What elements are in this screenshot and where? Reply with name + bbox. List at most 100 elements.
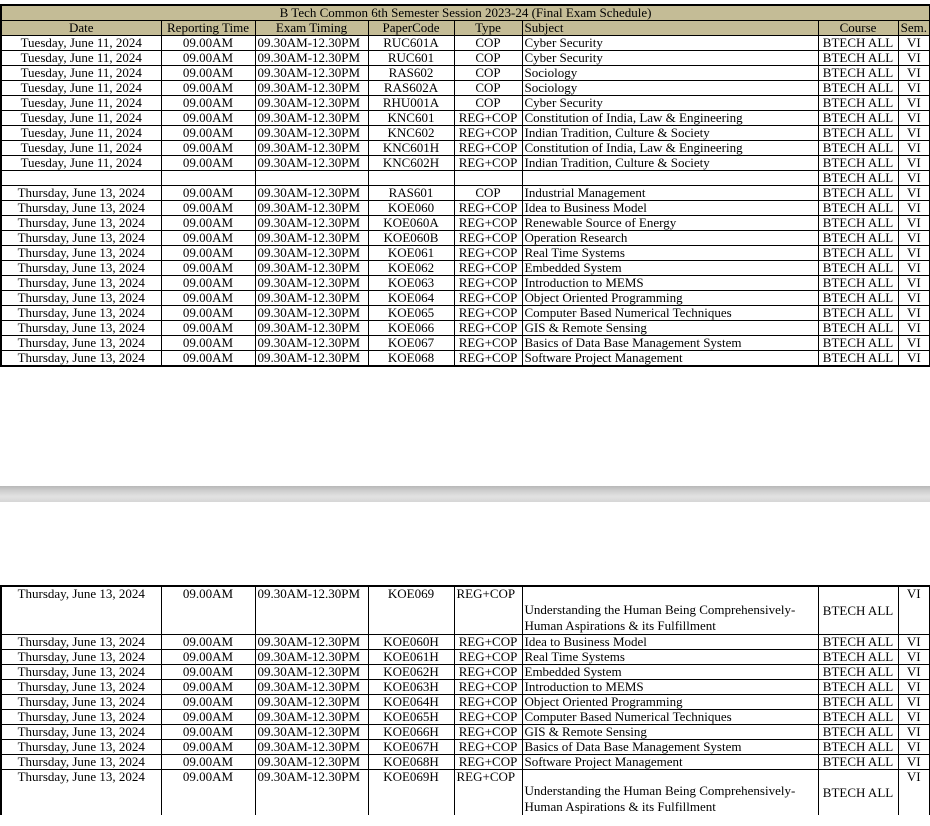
- cell-paper-code: RUC601: [367, 50, 455, 66]
- table-row: Tuesday, June 11, 2024 09.00AM 09.30AM-12.…: [0, 125, 930, 141]
- cell-course: BTECH ALL: [817, 95, 899, 111]
- cell-exam-timing: 09.30AM-12.30PM: [254, 95, 369, 111]
- cell-paper-code: RAS601: [367, 185, 455, 201]
- cell-date: Thursday, June 13, 2024: [0, 350, 162, 367]
- cell-subject: Cyber Security: [521, 35, 819, 51]
- cell-date: Thursday, June 13, 2024: [0, 215, 162, 231]
- cell-exam-timing: 09.30AM-12.30PM: [254, 320, 369, 336]
- cell-date: Tuesday, June 11, 2024: [0, 35, 162, 51]
- cell-exam-timing: 09.30AM-12.30PM: [254, 350, 369, 367]
- cell-sem: VI: [897, 694, 930, 710]
- cell-subject: Embedded System: [521, 664, 819, 680]
- cell-exam-timing: 09.30AM-12.30PM: [254, 125, 369, 141]
- cell-course: BTECH ALL: [817, 155, 899, 171]
- cell-sem: VI: [897, 35, 930, 51]
- cell-sem: VI: [897, 245, 930, 261]
- cell-sem: VI: [897, 335, 930, 351]
- cell-course: BTECH ALL: [817, 65, 899, 81]
- cell-type: REG+COP: [453, 275, 523, 291]
- table-row: Thursday, June 13, 2024 09.00AM 09.30AM-12…: [0, 200, 930, 216]
- cell-type: REG+COP: [453, 679, 523, 695]
- cell-sem: VI: [897, 65, 930, 81]
- cell-type: REG+COP: [453, 335, 523, 351]
- cell-type: REG+COP: [453, 140, 523, 156]
- table-row: Thursday, June 13, 2024 09.00AM 09.30AM-12…: [0, 754, 930, 770]
- table-row: Thursday, June 13, 2024 09.00AM 09.30AM-12…: [0, 215, 930, 231]
- cell-date: Thursday, June 13, 2024: [0, 664, 162, 680]
- table-row: Thursday, June 13, 2024 09.00AM 09.30AM-12…: [0, 694, 930, 710]
- cell-paper-code: KOE069: [367, 585, 455, 635]
- cell-paper-code: KNC601: [367, 110, 455, 126]
- cell-sem: VI: [897, 709, 930, 725]
- cell-type: REG+COP: [453, 320, 523, 336]
- cell-paper-code: RAS602A: [367, 80, 455, 96]
- cell-paper-code: KOE067H: [367, 739, 455, 755]
- cell-exam-timing: 09.30AM-12.30PM: [254, 634, 369, 650]
- cell-reporting-time: 09.00AM: [160, 769, 256, 815]
- cell-paper-code: KOE063H: [367, 679, 455, 695]
- cell-type: REG+COP: [453, 350, 523, 367]
- cell-reporting-time: 09.00AM: [160, 230, 256, 246]
- table-row: Tuesday, June 11, 2024 09.00AM 09.30AM-12.…: [0, 80, 930, 96]
- cell-course: BTECH ALL: [817, 769, 899, 815]
- cell-type: REG+COP: [453, 215, 523, 231]
- cell-sem: VI: [897, 50, 930, 66]
- cell-exam-timing: 09.30AM-12.30PM: [254, 110, 369, 126]
- cell-sem: VI: [897, 305, 930, 321]
- header-course: Course: [817, 20, 899, 36]
- cell-date: Thursday, June 13, 2024: [0, 245, 162, 261]
- cell-date: Thursday, June 13, 2024: [0, 185, 162, 201]
- cell-reporting-time: 09.00AM: [160, 95, 256, 111]
- cell-sem: VI: [897, 80, 930, 96]
- cell-date: Thursday, June 13, 2024: [0, 724, 162, 740]
- cell-paper-code: KOE061H: [367, 649, 455, 665]
- cell-subject: Computer Based Numerical Techniques: [521, 709, 819, 725]
- cell-paper-code: KOE065H: [367, 709, 455, 725]
- cell-date: Thursday, June 13, 2024: [0, 709, 162, 725]
- cell-type: REG+COP: [453, 155, 523, 171]
- table-row: Thursday, June 13, 2024 09.00AM 09.30AM-12…: [0, 585, 930, 635]
- cell-course: BTECH ALL: [817, 724, 899, 740]
- cell-reporting-time: 09.00AM: [160, 754, 256, 770]
- cell-sem: VI: [897, 754, 930, 770]
- cell-exam-timing: 09.30AM-12.30PM: [254, 155, 369, 171]
- cell-subject: Cyber Security: [521, 95, 819, 111]
- cell-course: BTECH ALL: [817, 290, 899, 306]
- cell-subject: Object Oriented Programming: [521, 694, 819, 710]
- cell-sem: VI: [897, 320, 930, 336]
- cell-course: BTECH ALL: [817, 185, 899, 201]
- cell-reporting-time: 09.00AM: [160, 724, 256, 740]
- cell-paper-code: KOE068H: [367, 754, 455, 770]
- cell-date: Tuesday, June 11, 2024: [0, 110, 162, 126]
- cell-subject: Renewable Source of Energy: [521, 215, 819, 231]
- cell-reporting-time: 09.00AM: [160, 350, 256, 367]
- page-separator: [0, 486, 930, 502]
- cell-sem: VI: [897, 260, 930, 276]
- table-row: Thursday, June 13, 2024 09.00AM 09.30AM-12…: [0, 769, 930, 815]
- cell-exam-timing: 09.30AM-12.30PM: [254, 230, 369, 246]
- cell-date: Thursday, June 13, 2024: [0, 649, 162, 665]
- cell-exam-timing: 09.30AM-12.30PM: [254, 50, 369, 66]
- cell-paper-code: KOE060A: [367, 215, 455, 231]
- table-row: Thursday, June 13, 2024 09.00AM 09.30AM-12…: [0, 335, 930, 351]
- cell-subject: [521, 170, 819, 186]
- cell-exam-timing: 09.30AM-12.30PM: [254, 290, 369, 306]
- cell-subject: Introduction to MEMS: [521, 275, 819, 291]
- cell-subject: Cyber Security: [521, 50, 819, 66]
- cell-paper-code: RAS602: [367, 65, 455, 81]
- cell-sem: VI: [897, 350, 930, 367]
- cell-date: Tuesday, June 11, 2024: [0, 65, 162, 81]
- cell-course: BTECH ALL: [817, 694, 899, 710]
- cell-course: BTECH ALL: [817, 320, 899, 336]
- cell-date: Thursday, June 13, 2024: [0, 769, 162, 815]
- cell-paper-code: KNC602H: [367, 155, 455, 171]
- exam-schedule-table-page-2: Thursday, June 13, 2024 09.00AM 09.30AM-12…: [0, 585, 930, 815]
- cell-sem: VI: [897, 155, 930, 171]
- cell-paper-code: RHU001A: [367, 95, 455, 111]
- table-row: Thursday, June 13, 2024 09.00AM 09.30AM-12…: [0, 260, 930, 276]
- cell-reporting-time: [160, 170, 256, 186]
- cell-reporting-time: 09.00AM: [160, 185, 256, 201]
- cell-date: Thursday, June 13, 2024: [0, 754, 162, 770]
- cell-subject: GIS & Remote Sensing: [521, 320, 819, 336]
- cell-course: BTECH ALL: [817, 754, 899, 770]
